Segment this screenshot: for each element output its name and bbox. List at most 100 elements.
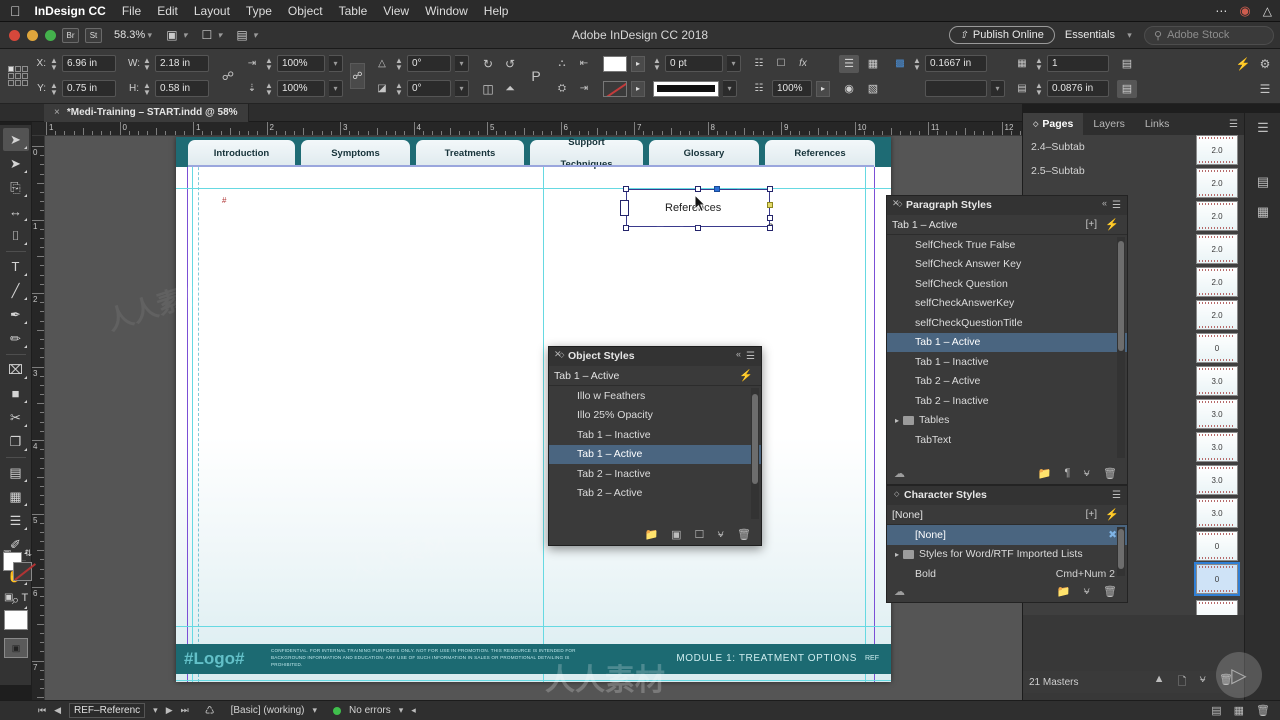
app-name-menu[interactable]: InDesign CC — [35, 4, 106, 18]
style-list-item[interactable]: selfCheckQuestionTitle — [887, 313, 1127, 333]
x-stepper[interactable]: ▲ ▼ — [50, 56, 58, 71]
apple-menu-icon[interactable]:  — [10, 4, 21, 18]
bridge-button[interactable]: Br — [62, 27, 79, 43]
fill-stroke-swatches[interactable] — [3, 552, 33, 582]
gradient-swatch-tool[interactable]: ▤ — [3, 461, 29, 484]
delete-style-trash-icon[interactable]: 🗑 — [737, 528, 751, 541]
panel-tab-layers[interactable]: Layers — [1083, 113, 1135, 135]
page-chevron-down-icon[interactable]: ▾ — [153, 705, 158, 716]
vertical-guide-3[interactable] — [865, 137, 866, 682]
doc-nav-tab-6[interactable]: References — [765, 140, 875, 167]
w-stepper[interactable]: ▲ ▼ — [143, 56, 151, 71]
horizontal-guide-2[interactable] — [176, 626, 891, 627]
select-container-icon[interactable]: ⛬ — [553, 58, 571, 69]
document-tab[interactable]: × *Medi-Training – START.indd @ 58% — [44, 103, 249, 122]
page-thumbnail[interactable]: 2.0 — [1196, 234, 1238, 264]
screen-mode-icon[interactable]: ☐ ▾ — [202, 28, 225, 42]
scissors-tool[interactable]: ✂ — [3, 406, 29, 429]
style-list-item[interactable]: Tab 2 – Inactive — [549, 464, 761, 484]
status-expand-icon[interactable]: ◂ — [411, 705, 416, 716]
pencil-tool[interactable]: ✏ — [3, 327, 29, 350]
clear-attributes-icon[interactable]: ▣ — [671, 528, 681, 541]
arrange-documents-icon[interactable]: ▤ ▾ — [236, 28, 259, 42]
panel-grid-icon[interactable]: ▤ — [1211, 704, 1221, 717]
text-frame-in-port[interactable] — [620, 200, 629, 216]
clear-overrides-bolt-icon[interactable]: ⚡ — [1105, 508, 1119, 521]
select-previous-object-icon[interactable]: ⇤ — [575, 58, 593, 69]
menu-file[interactable]: File — [122, 4, 141, 18]
style-list-item[interactable]: SelfCheck Answer Key — [887, 255, 1127, 275]
cloud-sync-icon[interactable]: ☁ — [887, 467, 905, 480]
frame-handle-tc[interactable] — [695, 186, 701, 192]
menu-type[interactable]: Type — [246, 4, 272, 18]
gutter-field[interactable]: 0.0876 in — [1047, 80, 1109, 97]
panel-menu-icon[interactable]: ☰ — [1112, 490, 1121, 501]
frame-handle-tr-active[interactable] — [714, 186, 720, 192]
flip-horizontal-icon[interactable]: ◫ — [479, 82, 497, 96]
rotate-counterclockwise-icon[interactable]: ↺ — [501, 57, 519, 71]
inset-stepper[interactable]: ▲ ▼ — [913, 56, 921, 71]
add-style-plus-icon[interactable]: [+] — [1086, 509, 1097, 520]
stroke-swatch[interactable] — [603, 80, 627, 97]
new-master-icon[interactable]: 🗋 — [1178, 673, 1187, 692]
wifi-icon[interactable]: △ — [1263, 4, 1272, 18]
adobe-stock-search[interactable]: ⚲ Adobe Stock — [1144, 25, 1274, 45]
zoom-level-value[interactable]: 58.3% — [114, 29, 145, 41]
previous-page-icon[interactable]: ◀ — [54, 705, 61, 716]
document-page[interactable]: Introduction Symptoms Treatments SupportTec… — [176, 137, 891, 682]
preflight-chevron-down-icon[interactable]: ▾ — [313, 705, 318, 716]
page-thumbnail[interactable]: 2.0 — [1196, 267, 1238, 297]
preflight-profile-label[interactable]: [Basic] (working) — [231, 705, 305, 716]
stroke-style-chevron-down-icon[interactable]: ▾ — [723, 80, 737, 97]
new-style-group-folder-icon[interactable]: 📁 — [644, 528, 658, 541]
scale-x-stepper[interactable]: ▲ ▼ — [265, 56, 273, 71]
horizontal-ruler[interactable]: 1 0 1 2 3 4 5 6 7 8 9 10 11 12 — [32, 122, 1022, 136]
columns-field[interactable]: 1 — [1047, 55, 1109, 72]
shear-stepper[interactable]: ▲ ▼ — [395, 81, 403, 96]
style-list-item[interactable]: selfCheckAnswerKey — [887, 294, 1127, 314]
menu-layout[interactable]: Layout — [194, 4, 230, 18]
gap-tool[interactable]: ↔ — [3, 200, 29, 223]
rectangle-tool[interactable]: ■ — [3, 382, 29, 405]
page-thumbnail[interactable]: 0 — [1196, 333, 1238, 363]
chevron-right-icon[interactable]: ▸ — [895, 550, 899, 559]
flip-vertical-icon[interactable]: ⏶ — [501, 81, 519, 96]
x-field[interactable]: 6.96 in — [62, 55, 116, 72]
reference-point-selector[interactable] — [8, 66, 28, 86]
character-styles-scrollbar[interactable] — [1117, 527, 1125, 576]
shear-chevron-down-icon[interactable]: ▾ — [455, 80, 469, 97]
new-style-group-folder-icon[interactable]: 📁 — [1038, 467, 1052, 480]
vertical-guide-2[interactable] — [543, 137, 544, 682]
h-field[interactable]: 0.58 in — [155, 80, 209, 97]
pages-thumbnail-column[interactable]: 2.02.02.02.02.02.003.03.03.03.03.000245 — [1190, 135, 1244, 615]
stroke-weight-field[interactable]: 0 pt — [665, 55, 723, 72]
ellipsis-icon[interactable]: ⋯ — [1215, 4, 1227, 18]
character-styles-panel[interactable]: ◇ Character Styles ☰ [None] [+] ⚡ [None]… — [886, 485, 1128, 603]
object-styles-panel[interactable]: ✕ ◇ Object Styles ☰ « Tab 1 – Active ⚡ I… — [548, 346, 762, 546]
view-options-icon[interactable]: ▣ ▾ — [166, 28, 189, 42]
note-tool[interactable]: ☰ — [3, 509, 29, 532]
scale-y-chevron-down-icon[interactable]: ▾ — [329, 80, 343, 97]
align-top-icon[interactable]: ☰ — [839, 54, 859, 73]
paragraph-styles-panel[interactable]: ✕ ◇ Paragraph Styles ☰ « Tab 1 – Active … — [886, 195, 1128, 485]
style-list-item[interactable]: ▸ Tables — [887, 411, 1127, 431]
delete-style-trash-icon[interactable]: 🗑 — [1103, 585, 1117, 598]
edit-page-size-icon[interactable]: ▲ — [1154, 673, 1165, 692]
constrain-proportions-wh-icon[interactable]: ☍ — [219, 69, 237, 83]
baseline-field[interactable] — [925, 80, 987, 97]
style-list-item[interactable]: Illo w Feathers — [549, 386, 761, 406]
add-style-plus-icon[interactable]: [+] — [1086, 219, 1097, 230]
new-page-icon[interactable]: ⍱ — [1199, 673, 1206, 692]
vertical-guide-1[interactable] — [192, 137, 193, 682]
pages-panel-menu-icon[interactable]: ☰ — [1229, 119, 1238, 130]
collapse-icon[interactable]: « — [736, 349, 741, 359]
dock-cc-libraries-icon[interactable]: ▦ — [1245, 197, 1280, 227]
dock-panel-list-icon[interactable]: ▤ — [1245, 167, 1280, 197]
rotation-stepper[interactable]: ▲ ▼ — [395, 56, 403, 71]
control-panel-menu-icon[interactable]: ☰ — [1256, 82, 1274, 96]
style-list-item[interactable]: TabText — [887, 430, 1127, 450]
apply-color-swatch[interactable] — [4, 610, 28, 630]
scale-y-stepper[interactable]: ▲ ▼ — [265, 81, 273, 96]
cloud-sync-icon[interactable]: ☁ — [887, 585, 905, 598]
new-style-icon[interactable]: ⍱ — [1083, 467, 1090, 480]
